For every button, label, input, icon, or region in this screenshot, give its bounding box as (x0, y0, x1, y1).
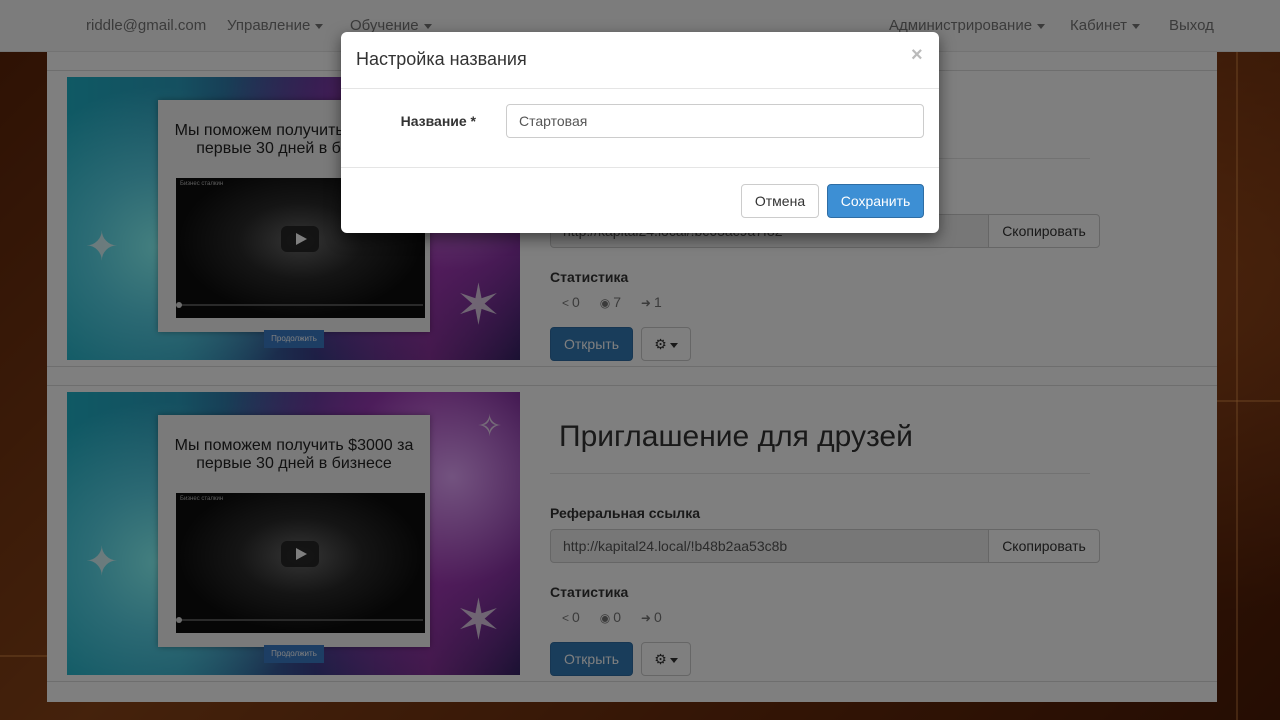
cancel-button[interactable]: Отмена (741, 184, 819, 218)
modal-body: Название * (341, 89, 939, 168)
modal-title: Настройка названия (356, 49, 527, 69)
name-field-label: Название * (400, 113, 476, 129)
name-input[interactable] (506, 104, 924, 138)
save-button[interactable]: Сохранить (827, 184, 924, 218)
rename-modal: Настройка названия × Название * Отмена С… (341, 32, 939, 233)
close-icon[interactable]: × (911, 44, 923, 67)
modal-header: Настройка названия × (341, 32, 939, 89)
